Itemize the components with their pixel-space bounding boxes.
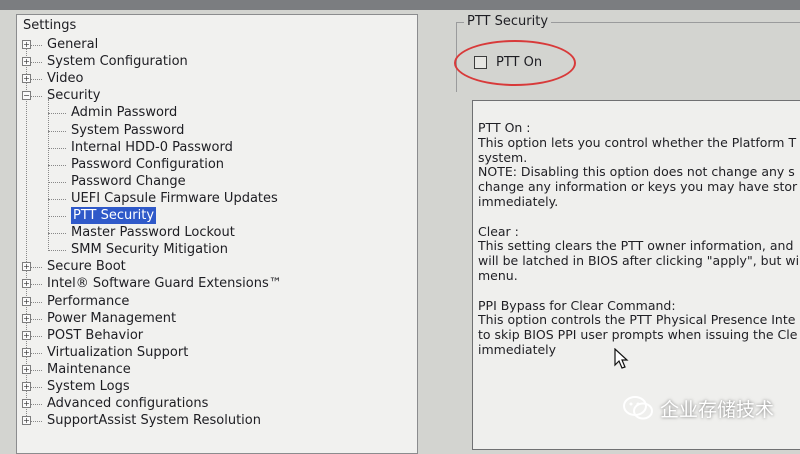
help-line: Clear :: [478, 223, 519, 239]
tree-item-label: Advanced configurations: [47, 396, 209, 412]
help-line: [478, 210, 800, 225]
tree-item-label: POST Behavior: [47, 327, 144, 343]
help-line: to skip BIOS PPI user prompts when issui…: [478, 327, 798, 343]
tree-line: [48, 113, 66, 115]
help-line: PPI Bypass for Clear Command:: [478, 297, 676, 313]
tree-item-label: Internal HDD-0 Password: [71, 139, 233, 155]
expand-icon[interactable]: +: [22, 57, 31, 67]
help-line: will be latched in BIOS after clicking "…: [478, 253, 800, 269]
tree-item-label: Master Password Lockout: [71, 225, 235, 241]
tree-item-label: System Configuration: [47, 54, 188, 70]
settings-tree-panel: Settings General + System Configuration + Vi…: [16, 14, 418, 454]
expand-icon[interactable]: +: [22, 279, 31, 289]
tree-item-label: SupportAssist System Resolution: [47, 413, 261, 429]
help-text: PTT On : This option lets you control whe…: [478, 120, 800, 358]
help-line: This option controls the PTT Physical Pr…: [478, 312, 796, 328]
group-title: PTT Security: [464, 14, 552, 29]
tree-line: [48, 216, 66, 217]
tree-item-label: System Logs: [47, 379, 130, 394]
expand-icon[interactable]: +: [22, 262, 31, 272]
tree-line: [48, 147, 66, 149]
help-line: immediately.: [478, 193, 559, 209]
settings-tree: General + System Configuration + Video + Secur…: [17, 15, 417, 453]
expand-icon[interactable]: +: [22, 399, 31, 409]
detail-pane: PTT Security PTT On PTT On : This option …: [430, 14, 800, 450]
expand-icon[interactable]: +: [22, 347, 31, 357]
tree-item-label: Performance: [47, 293, 130, 309]
expand-icon[interactable]: +: [22, 416, 31, 426]
tree-item-label: Video: [47, 71, 84, 87]
help-line: PTT On :: [478, 120, 531, 135]
tree-item-label: System Password: [71, 122, 185, 138]
help-line: This option lets you control whether the…: [478, 134, 797, 150]
tree-item-label: PTT Security: [71, 207, 157, 224]
ptt-on-checkbox[interactable]: [474, 56, 487, 69]
mouse-cursor-icon: [614, 348, 629, 369]
tree-item-label: Secure Boot: [47, 259, 126, 275]
tree-line: [48, 198, 66, 200]
help-line: NOTE: Disabling this option does not cha…: [478, 164, 795, 180]
tree-item-label: Security: [47, 88, 101, 104]
help-line: menu.: [478, 267, 518, 283]
expand-icon[interactable]: +: [22, 313, 31, 323]
tree-item-label: SMM Security Mitigation: [71, 242, 228, 258]
expand-icon[interactable]: +: [22, 296, 31, 306]
tree-item-label: Admin Password: [71, 105, 178, 121]
tree-line: [48, 233, 66, 235]
tree-item-label: Intel® Software Guard Extensions™: [47, 276, 282, 292]
tree-item-label: General: [47, 37, 99, 52]
tree-line: [48, 250, 66, 252]
tree-line: [48, 130, 66, 132]
expand-icon[interactable]: +: [22, 74, 31, 84]
expand-icon[interactable]: +: [22, 364, 31, 374]
tree-item-label: UEFI Capsule Firmware Updates: [71, 190, 278, 206]
expand-icon[interactable]: +: [22, 330, 31, 340]
help-line: change any information or keys you may h…: [478, 179, 798, 195]
tree-line: [48, 99, 49, 250]
watermark: 企业存储技术: [622, 392, 774, 424]
tree-item-label: Power Management: [47, 310, 177, 326]
collapse-icon[interactable]: −: [22, 91, 31, 101]
tree-line: [48, 181, 66, 183]
watermark-text: 企业存储技术: [660, 398, 775, 421]
tree-item-label: Password Configuration: [71, 156, 225, 172]
help-line: This setting clears the PTT owner inform…: [478, 238, 794, 254]
tree-item-label: Virtualization Support: [47, 344, 189, 360]
ptt-on-label: PTT On: [496, 55, 543, 70]
monitor-bezel: [0, 0, 800, 10]
help-line: system.: [478, 149, 528, 165]
help-line: [478, 284, 800, 299]
tree-line: [48, 164, 66, 166]
tree-item-label: Maintenance: [47, 361, 131, 377]
help-line: immediately: [478, 341, 557, 357]
wechat-icon: [623, 396, 653, 420]
expand-icon[interactable]: +: [22, 40, 31, 49]
tree-item-label: Password Change: [71, 173, 186, 189]
expand-icon[interactable]: +: [22, 382, 31, 391]
